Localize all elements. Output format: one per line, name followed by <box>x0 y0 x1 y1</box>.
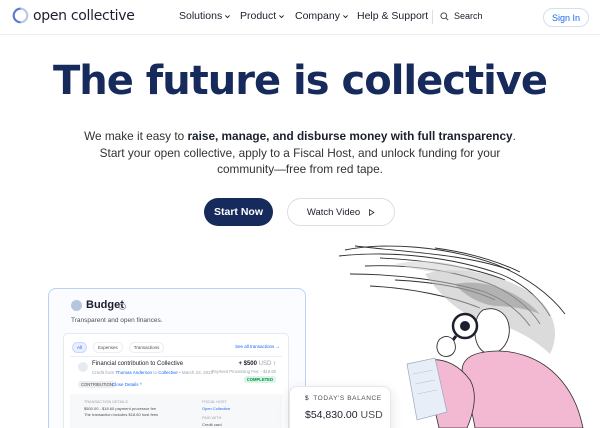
transaction-row[interactable]: Financial contribution to Collective Cre… <box>70 356 282 390</box>
logo-mark-icon <box>12 7 29 24</box>
budget-tabs: All Expenses Transactions <box>72 342 165 353</box>
contribution-tag: CONTRIBUTION <box>78 381 116 388</box>
watch-video-button[interactable]: Watch Video <box>287 198 395 226</box>
transactions-panel: All Expenses Transactions See all transa… <box>63 333 289 428</box>
meta-mid: to <box>153 370 157 375</box>
tx-details-line2: The transaction includes $18.60 host fee… <box>84 412 159 417</box>
status-badge: COMPLETED <box>243 376 276 383</box>
paid-with-value: Credit card <box>202 422 222 427</box>
meta-from-link[interactable]: Thomas Anderson <box>115 370 152 375</box>
amount-value: + $500 <box>238 361 257 367</box>
tx-details-label: TRANSACTION DETAILS <box>84 400 128 404</box>
transaction-details: TRANSACTION DETAILS $500.00 - $18.60 pay… <box>70 394 282 428</box>
collective-avatar <box>71 300 82 311</box>
sign-in-button[interactable]: Sign In <box>543 8 589 27</box>
start-now-button[interactable]: Start Now <box>204 198 273 226</box>
tx-details-line1: $500.00 - $18.60 payment processor fee <box>84 406 157 411</box>
balance-currency: USD <box>360 409 383 421</box>
info-icon <box>119 303 126 310</box>
balance-label: TODAY'S BALANCE <box>313 395 382 402</box>
budget-subtitle: Transparent and open finances. <box>71 317 163 324</box>
budget-card: Budget Transparent and open finances. Al… <box>48 288 306 428</box>
watch-video-label: Watch Video <box>306 206 361 218</box>
hero-subtitle: We make it easy to raise, manage, and di… <box>80 128 520 178</box>
amount-currency: USD <box>258 361 272 367</box>
nav-divider <box>432 10 433 24</box>
contributor-avatar <box>78 362 88 372</box>
fiscal-host-link[interactable]: Open Collective <box>202 406 230 411</box>
balance-label-row: $ TODAY'S BALANCE <box>305 395 382 402</box>
transaction-amount: + $500 USD ↑ <box>238 361 276 367</box>
nav-solutions[interactable]: Solutions <box>179 10 231 22</box>
chevron-down-icon <box>279 14 285 18</box>
arrow-up-icon: ↑ <box>273 361 276 367</box>
balance-amount: $54,830.00 <box>305 409 358 421</box>
play-icon <box>369 208 375 216</box>
search-button[interactable]: Search <box>440 11 483 21</box>
transaction-meta: Credit from Thomas Anderson to Collectiv… <box>92 370 213 375</box>
search-label: Search <box>454 11 483 21</box>
nav-help-support[interactable]: Help & Support <box>357 10 428 22</box>
processing-fee: Payment Processing Fee: - $18.60 <box>211 369 276 374</box>
paid-with-label: PAID WITH <box>202 416 222 420</box>
meta-prefix: Credit from <box>92 370 115 375</box>
chevron-down-icon <box>225 14 231 18</box>
nav-label: Solutions <box>179 10 223 22</box>
hero-subtitle-bold: raise, manage, and disburse money with f… <box>187 129 513 143</box>
balance-value: $54,830.00 USD <box>305 409 383 421</box>
logo[interactable]: open collective <box>12 7 135 24</box>
dollar-icon: $ <box>305 395 310 402</box>
close-details-link[interactable]: Close Details ^ <box>112 382 142 387</box>
search-icon <box>440 11 449 20</box>
hero-subtitle-intro: We make it easy to <box>84 129 188 143</box>
see-all-transactions-link[interactable]: See all transactions → <box>235 344 280 349</box>
logo-text: open collective <box>33 7 135 24</box>
tab-all[interactable]: All <box>72 342 88 353</box>
tab-transactions[interactable]: Transactions <box>128 342 165 353</box>
nav-company[interactable]: Company <box>295 10 349 22</box>
hero-title: The future is collective <box>52 58 548 104</box>
nav-product[interactable]: Product <box>240 10 285 22</box>
nav-label: Company <box>295 10 340 22</box>
top-nav: open collective Solutions Product Compan… <box>0 0 600 35</box>
chevron-down-icon <box>343 14 348 18</box>
nav-label: Product <box>240 10 277 22</box>
meta-date: • March 23, 2022 <box>179 370 214 375</box>
transaction-title: Financial contribution to Collective <box>92 361 184 367</box>
balance-card: $ TODAY'S BALANCE $54,830.00 USD <box>289 386 391 428</box>
nav-label: Help & Support <box>357 10 429 22</box>
fiscal-host-label: FISCAL HOST <box>202 400 227 404</box>
meta-to-link[interactable]: Collective <box>158 370 178 375</box>
tab-expenses[interactable]: Expenses <box>93 342 123 353</box>
